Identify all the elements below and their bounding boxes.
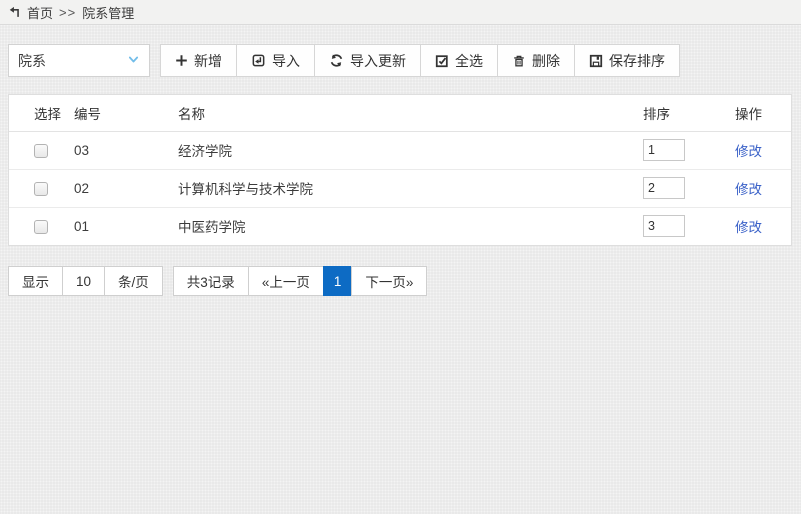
delete-button[interactable]: 删除 bbox=[497, 44, 575, 77]
select-all-button[interactable]: 全选 bbox=[420, 44, 498, 77]
page-size-group: 显示 10 条/页 bbox=[8, 266, 163, 296]
row-name: 经济学院 bbox=[178, 131, 643, 169]
toolbar-button-group: 新增 导入 导入更新 bbox=[160, 44, 680, 77]
return-icon bbox=[8, 5, 22, 19]
table-row: 01 中医药学院 修改 bbox=[9, 207, 791, 245]
table-row: 02 计算机科学与技术学院 修改 bbox=[9, 169, 791, 207]
save-icon bbox=[589, 54, 603, 68]
total-records-label: 共3记录 bbox=[173, 266, 249, 296]
select-all-icon bbox=[435, 54, 449, 68]
prev-page-button[interactable]: «上一页 bbox=[248, 266, 324, 296]
breadcrumb-home[interactable]: 首页 bbox=[27, 3, 53, 22]
row-code: 02 bbox=[74, 169, 178, 207]
breadcrumb-current: 院系管理 bbox=[82, 3, 134, 22]
row-checkbox[interactable] bbox=[34, 144, 48, 158]
page-size-unit-label: 条/页 bbox=[104, 266, 163, 296]
sync-icon bbox=[329, 53, 344, 68]
department-table-card: 选择 编号 名称 排序 操作 03 经济学院 修改 02 计算机科学与技术学院 … bbox=[8, 94, 792, 246]
row-code: 01 bbox=[74, 207, 178, 245]
department-table: 选择 编号 名称 排序 操作 03 经济学院 修改 02 计算机科学与技术学院 … bbox=[9, 95, 791, 245]
row-name: 中医药学院 bbox=[178, 207, 643, 245]
save-sort-button-label: 保存排序 bbox=[609, 51, 665, 71]
select-all-button-label: 全选 bbox=[455, 51, 483, 71]
header-sort: 排序 bbox=[643, 95, 735, 131]
save-sort-button[interactable]: 保存排序 bbox=[574, 44, 680, 77]
header-name: 名称 bbox=[178, 95, 643, 131]
table-header-row: 选择 编号 名称 排序 操作 bbox=[9, 95, 791, 131]
row-code: 03 bbox=[74, 131, 178, 169]
table-row: 03 经济学院 修改 bbox=[9, 131, 791, 169]
import-button-label: 导入 bbox=[272, 51, 300, 71]
delete-button-label: 删除 bbox=[532, 51, 560, 71]
add-button[interactable]: 新增 bbox=[160, 44, 237, 77]
page-size-show-label: 显示 bbox=[8, 266, 63, 296]
add-button-label: 新增 bbox=[194, 51, 222, 71]
row-name: 计算机科学与技术学院 bbox=[178, 169, 643, 207]
import-update-button-label: 导入更新 bbox=[350, 51, 406, 71]
page-nav-group: 共3记录 «上一页 1 下一页» bbox=[173, 266, 428, 296]
row-checkbox[interactable] bbox=[34, 182, 48, 196]
breadcrumb: 首页 >> 院系管理 bbox=[0, 0, 801, 25]
modify-link[interactable]: 修改 bbox=[735, 144, 762, 159]
plus-icon bbox=[175, 54, 188, 67]
trash-icon bbox=[512, 54, 526, 68]
sort-input[interactable] bbox=[643, 177, 685, 199]
chevron-down-icon bbox=[127, 53, 140, 69]
import-button[interactable]: 导入 bbox=[236, 44, 315, 77]
select-value: 院系 bbox=[18, 51, 46, 71]
sort-input[interactable] bbox=[643, 139, 685, 161]
modify-link[interactable]: 修改 bbox=[735, 182, 762, 197]
header-select: 选择 bbox=[9, 95, 74, 131]
row-checkbox[interactable] bbox=[34, 220, 48, 234]
header-code: 编号 bbox=[74, 95, 178, 131]
import-update-button[interactable]: 导入更新 bbox=[314, 44, 421, 77]
import-icon bbox=[251, 53, 266, 68]
department-type-select[interactable]: 院系 bbox=[8, 44, 150, 77]
toolbar: 院系 新增 导入 bbox=[8, 44, 793, 77]
sort-input[interactable] bbox=[643, 215, 685, 237]
header-action: 操作 bbox=[735, 95, 791, 131]
modify-link[interactable]: 修改 bbox=[735, 220, 762, 235]
pagination: 显示 10 条/页 共3记录 «上一页 1 下一页» bbox=[8, 266, 793, 296]
breadcrumb-separator: >> bbox=[59, 5, 76, 20]
next-page-button[interactable]: 下一页» bbox=[351, 266, 427, 296]
current-page-button[interactable]: 1 bbox=[323, 266, 353, 296]
page-size-value[interactable]: 10 bbox=[62, 266, 105, 296]
